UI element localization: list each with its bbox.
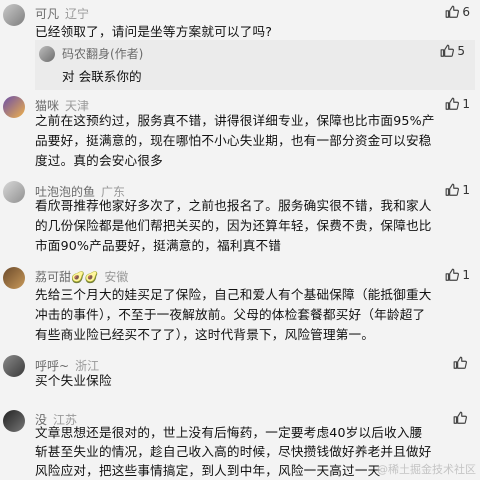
- thumbs-up-icon: [445, 97, 460, 110]
- avatar[interactable]: [3, 410, 25, 432]
- reply-text: 对 会联系你的: [62, 69, 142, 84]
- like-count: 1: [462, 268, 470, 282]
- thumbs-up-icon: [453, 356, 467, 369]
- thumbs-up-icon: [445, 5, 460, 18]
- avatar[interactable]: [3, 96, 25, 118]
- thumbs-up-icon: [445, 268, 460, 281]
- avatar[interactable]: [3, 267, 25, 289]
- thumbs-up-icon: [445, 183, 460, 196]
- comment-text: 看欣哥推荐他家好多次了，之前也报名了。服务确实很不错，我和家人的几份保险都是他们…: [35, 198, 432, 253]
- like-count: 6: [462, 5, 470, 19]
- thumbs-up-icon: [440, 44, 455, 57]
- comment-text: 先给三个月大的娃买足了保险，自己和爱人有个基础保障（能抵御重大冲击的事件），不至…: [35, 287, 432, 342]
- reply-author: 码农翻身(作者): [62, 47, 144, 61]
- like-button[interactable]: [453, 356, 470, 370]
- thumbs-up-icon: [453, 411, 467, 424]
- like-button[interactable]: 1: [445, 97, 470, 111]
- like-button[interactable]: [453, 411, 470, 425]
- avatar[interactable]: [3, 355, 25, 377]
- comment-text: 文章思想还是很对的，世上没有后悔药，一定要考虑40岁以后收入腰斩甚至失业的情况，…: [35, 425, 432, 478]
- like-button[interactable]: 1: [445, 183, 470, 197]
- like-count: 1: [462, 183, 470, 197]
- avatar[interactable]: [3, 4, 25, 26]
- like-count: 1: [462, 97, 470, 111]
- author-reply: 码农翻身(作者) 5 对 会联系你的: [35, 40, 475, 90]
- comment-text: 买个失业保险: [35, 373, 112, 388]
- comment-text: 已经领取了，请问是坐等方案就可以了吗?: [35, 24, 273, 39]
- avatar[interactable]: [3, 181, 25, 203]
- like-count: 5: [457, 44, 465, 58]
- comment-text: 之前在这预约过，服务真不错，讲得很详细专业，保障也比市面95%产品要好，挺满意的…: [35, 113, 435, 168]
- watermark: @稀土掘金技术社区: [377, 463, 476, 476]
- like-button[interactable]: 5: [440, 44, 465, 58]
- comment-author: 荔可甜🥑🥑 安徽: [35, 270, 129, 284]
- like-button[interactable]: 6: [445, 5, 470, 19]
- avocado-emoji-icon: 🥑🥑: [71, 271, 99, 284]
- like-button[interactable]: 1: [445, 268, 470, 282]
- avatar[interactable]: [39, 46, 55, 62]
- comment-author: 可凡 辽宁: [35, 7, 90, 21]
